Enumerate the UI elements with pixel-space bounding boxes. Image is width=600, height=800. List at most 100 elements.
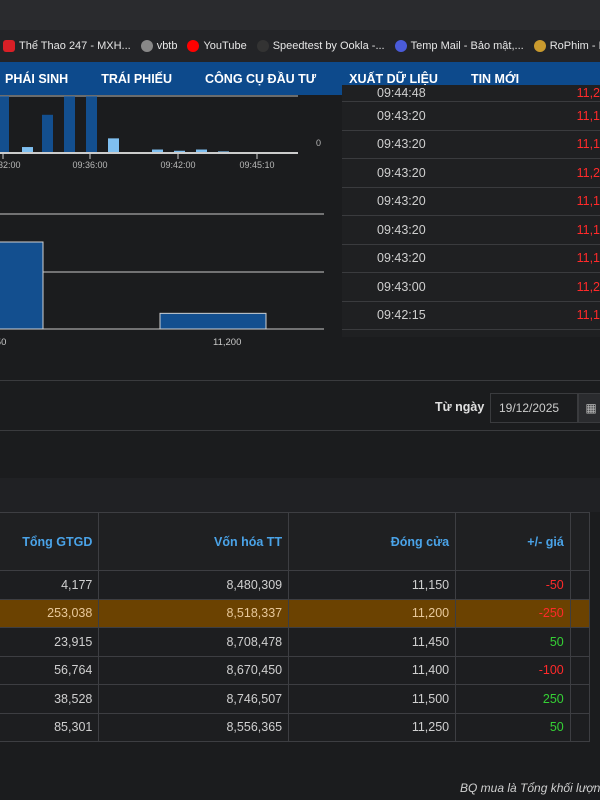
table-cell: -250 [455, 598, 571, 628]
table-row[interactable]: 38,528 8,746,507 11,500 250 [0, 684, 591, 714]
x-tick-label: 09:32:00 [0, 160, 21, 170]
table-cell: 56,764 [0, 655, 100, 685]
from-date-label: Từ ngày [435, 400, 485, 414]
bookmark-item[interactable]: Temp Mail - Bảo mật,... [394, 40, 524, 52]
trade-row: 09:43:20 11,1 [342, 102, 600, 131]
t-logo-icon [3, 40, 15, 52]
at-icon [394, 40, 407, 52]
table-cell: 11,400 [288, 655, 457, 685]
volume-bar [42, 114, 53, 152]
youtube-icon [187, 40, 200, 52]
table-cell: 8,670,450 [98, 655, 290, 685]
trade-time: 09:43:20 [377, 251, 426, 266]
table-cell [569, 570, 591, 600]
table-cell [569, 598, 591, 628]
trade-row: 09:44:48 11,2 [342, 85, 600, 102]
table-row[interactable]: 56,764 8,670,450 11,400 -100 [0, 655, 591, 685]
bookmarks-bar: Thể Thao 247 - MXH... vbtb YouTube Speedtes… [0, 30, 600, 62]
globe-icon [140, 40, 153, 52]
calendar-icon[interactable]: ▦ [578, 393, 600, 423]
section-band [0, 478, 600, 512]
volume-bar [196, 149, 207, 152]
date-filter-bar: Từ ngày ▦ [0, 380, 600, 431]
footnote: BQ mua là Tổng khối lượng [460, 781, 600, 795]
column-header[interactable]: +/- giá [455, 512, 571, 571]
bookmark-item[interactable]: YouTube [187, 40, 247, 52]
table-row[interactable]: 85,301 8,556,365 11,250 50 [0, 712, 591, 742]
price-label: 11,200 [213, 337, 241, 348]
price-volume-bar [159, 312, 267, 330]
from-date-input[interactable] [490, 393, 578, 423]
table-cell: 8,480,309 [98, 570, 290, 600]
rophim-icon [533, 40, 546, 52]
table-cell [569, 627, 591, 657]
bookmark-label: Speedtest by Ookla -... [272, 40, 385, 52]
bookmark-label: vbtb [156, 40, 178, 52]
y-axis-label: 0 [316, 138, 321, 148]
trade-time: 09:43:20 [377, 108, 426, 123]
table-cell: 250 [455, 684, 571, 714]
trade-row: 09:43:20 11,1 [342, 245, 600, 273]
table-cell: 50 [455, 627, 571, 657]
trade-time: 09:42:15 [377, 308, 426, 323]
trade-price: 11,2 [576, 279, 600, 294]
table-cell: 38,528 [0, 684, 100, 714]
table-cell: 50 [455, 712, 571, 742]
nav-item[interactable]: XUẤT DỮ LIỆU [349, 72, 438, 86]
table-cell: 8,518,337 [98, 598, 290, 628]
trade-price: 11,1 [576, 222, 600, 237]
trade-price: 11,1 [576, 137, 600, 152]
trade-price: 11,1 [576, 308, 600, 323]
x-tick-label: 09:45:10 [239, 160, 274, 170]
bookmark-item[interactable]: Thể Thao 247 - MXH... [3, 40, 131, 52]
table-cell [569, 684, 591, 714]
volume-bar [152, 149, 163, 152]
trade-price: 11,2 [576, 86, 600, 100]
bookmark-item[interactable]: vbtb [140, 40, 178, 52]
nav-item[interactable]: TIN MỚI [471, 72, 519, 86]
bookmark-label: YouTube [203, 40, 247, 52]
volume-bar [22, 147, 33, 152]
trade-time: 09:43:20 [377, 165, 426, 180]
history-table: Tổng GTGD Vốn hóa TT Đóng cửa +/- giá 4,177… [0, 512, 591, 742]
table-cell: 85,301 [0, 712, 100, 742]
bookmark-item[interactable]: Speedtest by Ookla -... [256, 40, 385, 52]
nav-item[interactable]: CÔNG CỤ ĐẦU TƯ [205, 72, 316, 86]
table-cell: 8,708,478 [98, 627, 290, 657]
table-cell: 8,746,507 [98, 684, 290, 714]
column-header[interactable]: Vốn hóa TT [98, 512, 290, 571]
volume-bar [108, 138, 119, 152]
trade-time: 09:43:20 [377, 137, 426, 152]
table-cell: 4,177 [0, 570, 100, 600]
trade-row: 09:43:20 11,2 [342, 159, 600, 188]
table-cell: 11,500 [288, 684, 457, 714]
trade-time: 09:43:20 [377, 194, 426, 209]
table-row[interactable]: 23,915 8,708,478 11,450 50 [0, 627, 591, 657]
trade-row: 09:43:20 11,1 [342, 216, 600, 245]
volume-bar [174, 150, 185, 152]
volume-bar [0, 96, 9, 152]
trade-price: 11,1 [576, 251, 600, 266]
column-header[interactable]: Tổng GTGD [0, 512, 100, 571]
table-cell [569, 655, 591, 685]
table-cell: -100 [455, 655, 571, 685]
trade-time: 09:44:48 [377, 86, 426, 100]
table-cell: 253,038 [0, 598, 100, 628]
table-row[interactable]: 4,177 8,480,309 11,150 -50 [0, 570, 591, 600]
x-tick-label: 09:36:00 [72, 160, 107, 170]
trade-price: 11,2 [576, 165, 600, 180]
column-header[interactable]: Đóng cửa [288, 512, 457, 571]
table-cell [569, 712, 591, 742]
nav-item[interactable]: PHÁI SINH [5, 72, 68, 86]
nav-item[interactable]: TRÁI PHIẾU [101, 72, 172, 86]
bookmark-item[interactable]: RoPhim - Phim [533, 40, 600, 52]
column-header [569, 512, 591, 571]
bookmark-label: RoPhim - Phim [549, 40, 600, 52]
table-cell: 11,150 [288, 570, 457, 600]
trade-time: 09:43:20 [377, 222, 426, 237]
charts-area: 09:32:00 09:36:00 09:42:00 09:45:10 0 11,150 1… [0, 95, 324, 348]
table-cell: 11,200 [288, 598, 457, 628]
volume-bar [64, 96, 75, 152]
table-row[interactable]: 253,038 8,518,337 11,200 -250 [0, 598, 591, 628]
trade-list: 09:44:48 11,2 09:43:20 11,1 09:43:20 11,1 09:4… [342, 85, 600, 337]
